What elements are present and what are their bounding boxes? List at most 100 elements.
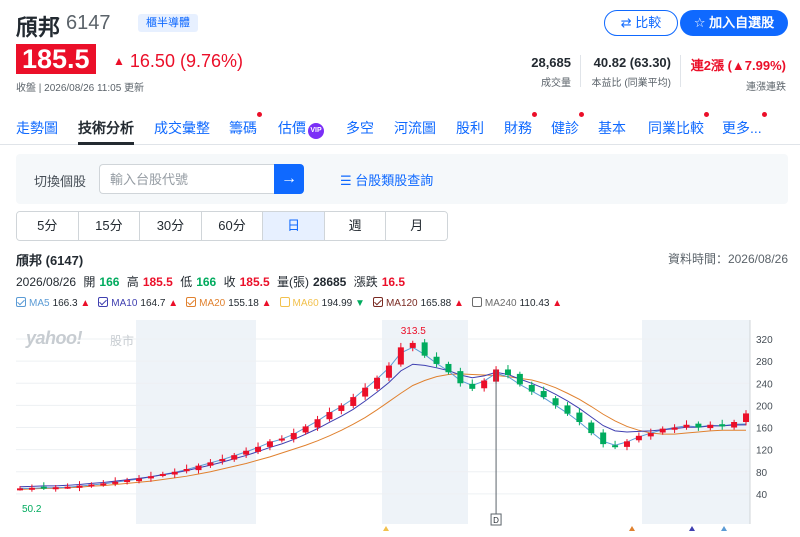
y-tick-label: 280: [756, 357, 773, 368]
tab-label: 走勢圖: [16, 120, 58, 136]
notification-dot: [579, 112, 584, 117]
candle-body: [635, 435, 642, 441]
candle-body: [112, 481, 119, 484]
candle-body: [64, 486, 71, 489]
category-query-label: 台股類股查詢: [355, 173, 434, 188]
candle-body: [469, 383, 476, 389]
candle-body: [504, 369, 511, 375]
period-option[interactable]: 60分: [201, 212, 264, 240]
ma-checkbox[interactable]: [372, 297, 383, 307]
moving-average-legend: MA5 166.3 ▲ MA10 164.7 ▲ MA20 155.18 ▲ MA60 194…: [16, 297, 570, 309]
candle-body: [338, 405, 345, 411]
compare-button[interactable]: ⇄ 比較: [604, 10, 678, 36]
candle-body: [588, 422, 595, 434]
chg-label: 漲跌: [353, 275, 378, 289]
candle-body: [564, 405, 571, 414]
stock-name: 頎邦: [16, 15, 61, 40]
active-tab-underline: [78, 142, 134, 145]
volume-stat: 28,685 成交量: [531, 55, 571, 89]
ma-name: MA240: [484, 298, 517, 309]
ma-legend-item[interactable]: MA20 155.18 ▲: [186, 297, 272, 309]
tab-11[interactable]: 基本: [598, 118, 626, 138]
ma-name: MA120: [385, 298, 418, 309]
low-value: 166: [196, 275, 217, 289]
tab-4[interactable]: 籌碼: [229, 112, 262, 138]
event-marker: [383, 526, 389, 531]
y-tick-label: 240: [756, 379, 773, 390]
candle-body: [243, 450, 250, 455]
tab-7[interactable]: 河流圖: [394, 118, 436, 138]
tab-1[interactable]: 走勢圖: [16, 118, 58, 138]
volume-value: 28,685: [531, 55, 571, 70]
candle-body: [659, 428, 666, 433]
tab-5[interactable]: 估價 VIP: [278, 118, 324, 139]
tab-3[interactable]: 成交彙整: [154, 118, 210, 138]
tab-12[interactable]: 同業比較: [648, 112, 709, 138]
period-option[interactable]: 5分: [17, 212, 79, 240]
ma-value: 194.99: [321, 298, 353, 309]
candle-body: [374, 377, 381, 389]
ma-legend-item[interactable]: MA240 110.43 ▲: [471, 297, 562, 309]
candle-body: [136, 478, 143, 482]
divider: [580, 55, 581, 87]
tab-8[interactable]: 股利: [456, 118, 484, 138]
ma-checkbox[interactable]: [16, 297, 26, 307]
ma-legend-item[interactable]: MA60 194.99 ▼: [279, 297, 365, 309]
candlestick-chart[interactable]: 40 80 120 160 200 240 280 320 313.5 50.2 D: [16, 320, 800, 532]
ma-legend-item[interactable]: MA120 165.88 ▲: [372, 297, 464, 309]
price-chart[interactable]: 40 80 120 160 200 240 280 320 313.5 50.2 D yahoo! …: [16, 320, 800, 532]
vip-icon: VIP: [308, 123, 324, 139]
arrow-right-icon: →: [281, 170, 297, 187]
tab-label: 同業比較: [648, 120, 704, 136]
ma-checkbox[interactable]: [279, 297, 290, 307]
tab-9[interactable]: 財務: [504, 112, 537, 138]
min-price-label: 50.2: [22, 504, 42, 515]
candle-body: [647, 433, 654, 437]
candle-body: [540, 391, 547, 398]
up-arrow-icon: ▲: [451, 298, 464, 309]
candle-body: [266, 441, 273, 447]
ma-value: 165.88: [420, 298, 452, 309]
ma-legend-item[interactable]: MA5 166.3 ▲: [16, 297, 90, 309]
stock-switch-panel: 切換個股 → ☰ 台股類股查詢: [16, 154, 788, 204]
chart-title: 頎邦 (6147): [16, 253, 84, 268]
pe-value: 40.82 (63.30): [593, 55, 671, 70]
close-value: 185.5: [239, 275, 270, 289]
y-tick-label: 200: [756, 401, 773, 412]
ma-legend-item[interactable]: MA10 164.7 ▲: [98, 297, 178, 309]
category-query-link[interactable]: ☰ 台股類股查詢: [340, 170, 433, 189]
period-option[interactable]: 週: [324, 212, 387, 240]
search-submit-button[interactable]: →: [274, 164, 304, 194]
period-option[interactable]: 日: [263, 212, 325, 240]
market-badge[interactable]: 櫃半導體: [138, 14, 198, 32]
add-watchlist-button[interactable]: ☆ 加入自選股: [680, 10, 788, 36]
period-option[interactable]: 月: [386, 212, 447, 240]
candle-body: [195, 465, 202, 471]
tab-10[interactable]: 健診: [551, 112, 584, 138]
candle-body: [433, 356, 440, 364]
tab-2[interactable]: 技術分析: [78, 118, 134, 138]
period-option[interactable]: 30分: [140, 212, 202, 240]
candle-body: [719, 424, 726, 427]
candle-body: [516, 373, 523, 385]
stock-search-input[interactable]: [99, 164, 275, 194]
candle-body: [731, 422, 738, 428]
period-option[interactable]: 15分: [78, 212, 141, 240]
ohlc-date: 2026/08/26: [16, 275, 77, 289]
chg-value: 16.5: [381, 275, 406, 289]
open-label: 開: [83, 275, 96, 289]
candle-body: [17, 488, 23, 491]
tab-label: 河流圖: [394, 120, 436, 136]
ma-checkbox[interactable]: [471, 297, 482, 307]
candle-body: [600, 432, 607, 445]
candle-body: [219, 459, 226, 462]
y-tick-label: 40: [756, 490, 768, 501]
candle-body: [76, 485, 83, 488]
ma-checkbox[interactable]: [98, 297, 109, 307]
candle-body: [350, 397, 357, 406]
candle-body: [481, 380, 488, 389]
tab-13[interactable]: 更多...: [722, 112, 767, 138]
candle-body: [302, 426, 309, 433]
ma-checkbox[interactable]: [186, 297, 197, 307]
tab-6[interactable]: 多空: [346, 118, 374, 138]
